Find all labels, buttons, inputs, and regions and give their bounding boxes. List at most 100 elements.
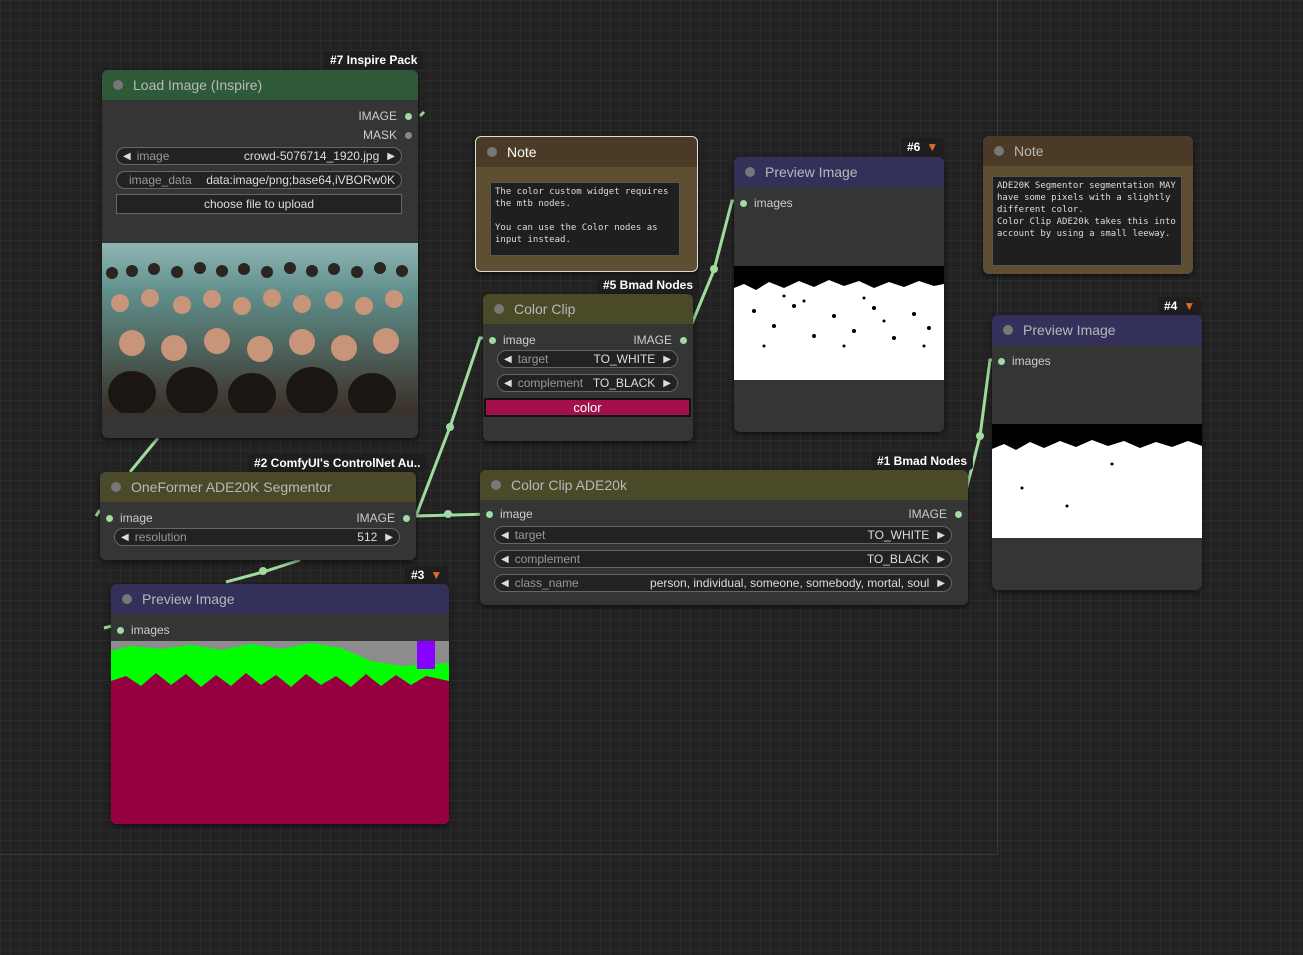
left-arrow-icon[interactable]: ◀ [121,532,129,543]
input-image-slot[interactable]: image [486,507,533,521]
slot-dot[interactable] [117,626,124,634]
slot-dot[interactable] [740,199,747,207]
slot-dot[interactable] [998,357,1005,365]
note-textarea[interactable]: ADE20K Segmentor segmentation MAY have s… [992,176,1182,266]
badge-label: #4 [1164,299,1178,313]
complement-combo[interactable]: ◀ complement TO_BLACK ▶ [494,550,952,568]
left-arrow-icon[interactable]: ◀ [501,578,509,589]
load-image-node[interactable]: Load Image (Inspire) IMAGE MASK ◀ image … [102,70,418,438]
right-arrow-icon[interactable]: ▶ [663,378,671,389]
input-images-slot[interactable]: images [998,354,1051,368]
slot-label: IMAGE [633,333,672,347]
input-images-slot[interactable]: images [740,196,793,210]
collapse-dot[interactable] [745,167,755,177]
left-arrow-icon[interactable]: ◀ [501,530,509,541]
right-arrow-icon[interactable]: ▶ [937,578,945,589]
class-name-combo[interactable]: ◀ class_name person, individual, someone… [494,574,952,592]
preview-image-node[interactable]: Preview Image images [111,584,449,824]
left-arrow-icon[interactable]: ◀ [501,554,509,565]
output-image-slot[interactable]: IMAGE [633,333,687,347]
node-header[interactable]: Note [476,137,697,167]
slot-label: IMAGE [908,507,947,521]
node-header[interactable]: Preview Image [992,315,1202,345]
note-node[interactable]: Note The color custom widget requires th… [475,136,698,272]
collapse-dot[interactable] [491,480,501,490]
collapse-dot[interactable] [487,147,497,157]
slot-label: images [131,623,170,637]
color-clip-ade20k-node[interactable]: Color Clip ADE20k image IMAGE ◀ target T… [480,470,968,605]
segmentor-node[interactable]: OneFormer ADE20K Segmentor image IMAGE ◀… [100,472,416,560]
fox-icon: ▼ [430,568,443,582]
node-title: OneFormer ADE20K Segmentor [131,479,332,495]
collapse-dot[interactable] [494,304,504,314]
image-combo[interactable]: ◀ image crowd-5076714_1920.jpg ▶ [116,147,402,165]
target-combo[interactable]: ◀ target TO_WHITE ▶ [497,350,678,368]
right-arrow-icon[interactable]: ▶ [385,532,393,543]
node-header[interactable]: Note [983,136,1193,166]
image-data-field[interactable]: image_data data:image/png;base64,iVBORw0… [116,171,402,189]
widget-value: TO_WHITE [593,352,656,366]
color-widget[interactable]: color [484,398,691,417]
slot-dot[interactable] [486,510,493,518]
upload-button[interactable]: choose file to upload [116,194,402,214]
right-arrow-icon[interactable]: ▶ [937,530,945,541]
output-image-slot[interactable]: IMAGE [356,511,410,525]
widget-value: TO_BLACK [866,552,930,566]
note-node[interactable]: Note ADE20K Segmentor segmentation MAY h… [983,136,1193,274]
collapse-dot[interactable] [111,482,121,492]
right-arrow-icon[interactable]: ▶ [387,151,395,162]
slot-dot[interactable] [680,336,687,344]
resolution-stepper[interactable]: ◀ resolution 512 ▶ [114,528,400,546]
collapse-dot[interactable] [122,594,132,604]
mask-preview-image [734,266,944,380]
link-load-to-segmentor [128,437,160,473]
slot-dot[interactable] [955,510,962,518]
link-segmentor-to-clipade [415,512,491,518]
slot-dot[interactable] [106,514,113,522]
right-arrow-icon[interactable]: ▶ [663,354,671,365]
reroute-dot[interactable] [710,265,718,273]
note-textarea[interactable]: The color custom widget requires the mtb… [490,182,680,256]
collapse-dot[interactable] [113,80,123,90]
node-header[interactable]: Preview Image [734,157,944,187]
node-header[interactable]: Color Clip ADE20k [480,470,968,500]
preview-image-node[interactable]: Preview Image images [734,157,944,432]
slot-dot[interactable] [405,112,412,120]
right-arrow-icon[interactable]: ▶ [937,554,945,565]
slot-label: IMAGE [358,109,397,123]
left-arrow-icon[interactable]: ◀ [504,378,512,389]
reroute-dot[interactable] [444,510,452,518]
node-header[interactable]: Preview Image [111,584,449,614]
input-image-slot[interactable]: image [489,333,536,347]
widget-label: target [514,528,546,542]
slot-dot[interactable] [403,514,410,522]
target-combo[interactable]: ◀ target TO_WHITE ▶ [494,526,952,544]
reroute-dot[interactable] [976,432,984,440]
left-arrow-icon[interactable]: ◀ [504,354,512,365]
node-header[interactable]: Load Image (Inspire) [102,70,418,100]
slot-label: image [500,507,533,521]
color-clip-node[interactable]: Color Clip image IMAGE ◀ target TO_WHITE… [483,294,693,441]
slot-dot[interactable] [405,131,412,139]
node-header[interactable]: OneFormer ADE20K Segmentor [100,472,416,502]
complement-combo[interactable]: ◀ complement TO_BLACK ▶ [497,374,678,392]
node-header[interactable]: Color Clip [483,294,693,324]
slot-dot[interactable] [489,336,496,344]
slot-label: image [503,333,536,347]
input-images-slot[interactable]: images [117,623,170,637]
left-arrow-icon[interactable]: ◀ [123,151,131,162]
node-badge: #1 Bmad Nodes [871,452,974,470]
badge-label: #3 [411,568,425,582]
widget-label: image_data [129,173,192,187]
input-image-slot[interactable]: image [106,511,153,525]
preview-image-node[interactable]: Preview Image images [992,315,1202,590]
output-image-slot[interactable]: IMAGE [908,507,962,521]
output-mask-slot[interactable]: MASK [363,128,412,142]
reroute-dot[interactable] [446,423,454,431]
reroute-dot[interactable] [259,567,267,575]
output-image-slot[interactable]: IMAGE [358,109,412,123]
node-title: Preview Image [142,591,235,607]
widget-value: 512 [357,530,378,544]
collapse-dot[interactable] [994,146,1004,156]
collapse-dot[interactable] [1003,325,1013,335]
